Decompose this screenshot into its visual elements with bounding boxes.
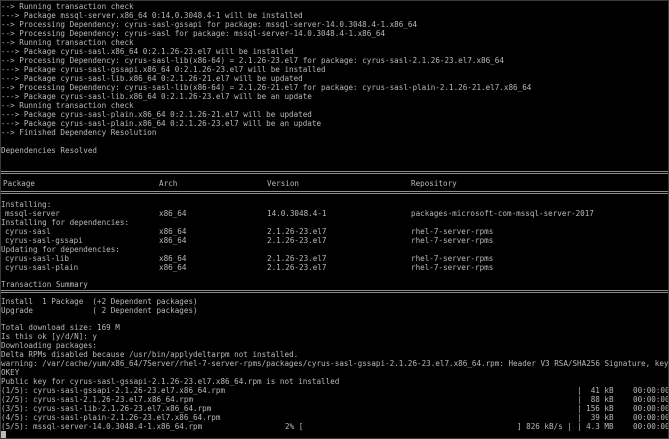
download-time: 00:00:00 (633, 395, 669, 404)
output-line: ---> Package cyrus-sasl-lib.x86_64 0:2.1… (1, 92, 312, 101)
output-line: --> Running transaction check (1, 101, 134, 110)
output-line: Total download size: 169 M (1, 323, 120, 332)
table-cell-package: mssql-server (5, 209, 60, 218)
table-cell-version: 2.1.26-23.el7 (267, 236, 327, 245)
output-line: ---> Package cyrus-sasl-plain.x86_64 0:2… (1, 119, 322, 128)
output-line: --> Processing Dependency: cyrus-sasl-gs… (1, 20, 418, 29)
table-cell-arch: x86_64 (159, 263, 187, 272)
download-size: | 156 kB (577, 404, 614, 413)
download-size: | 88 kB (577, 395, 614, 404)
output-line: ---> Package cyrus-sasl-lib.x86_64 0:2.1… (1, 74, 303, 83)
table-cell-version: 2.1.26-23.el7 (267, 263, 327, 272)
terminal-window[interactable]: --> Running transaction check ---> Packa… (0, 0, 669, 439)
download-time: 00:00:00 (633, 386, 669, 395)
column-header-arch: Arch (159, 179, 178, 188)
download-time: 00:00:00 (633, 422, 669, 431)
table-cell-arch: x86_64 (159, 254, 187, 263)
table-cell-repository: packages-microsoft-com-mssql-server-2017 (411, 209, 594, 218)
column-header-package: Package (3, 179, 36, 188)
download-name: (1/5): cyrus-sasl-gssapi-2.1.26-23.el7.x… (1, 386, 226, 395)
table-cell-package: cyrus-sasl (5, 227, 51, 236)
output-line: Downloading packages: (1, 341, 98, 350)
output-line: OKEY (1, 368, 20, 377)
progress-percent: 2% [ (285, 422, 304, 431)
output-line: --> Finished Dependency Resolution (1, 128, 157, 137)
output-line: ---> Package cyrus-sasl-plain.x86_64 0:2… (1, 110, 312, 119)
download-name: (2/5): cyrus-sasl-2.1.26-23.el7.x86_64.r… (1, 395, 194, 404)
download-size: | 4.3 MB (577, 422, 614, 431)
output-line: --> Processing Dependency: cyrus-sasl fo… (1, 29, 386, 38)
output-line: --> Processing Dependency: cyrus-sasl-li… (1, 83, 532, 92)
table-cell-repository: rhel-7-server-rpms (411, 254, 494, 263)
table-cell-arch: x86_64 (159, 209, 187, 218)
table-section-label: Updating for dependencies: (1, 245, 120, 254)
output-line: ---> Package mssql-server.x86_64 0:14.0.… (1, 11, 303, 20)
table-cell-version: 2.1.26-23.el7 (267, 227, 327, 236)
summary-line: Upgrade ( 2 Dependent packages) (1, 306, 198, 315)
table-cell-package: cyrus-sasl-gssapi (5, 236, 83, 245)
table-cell-version: 2.1.26-23.el7 (267, 254, 327, 263)
table-cell-package: cyrus-sasl-plain (5, 263, 79, 272)
output-line: Public key for cyrus-sasl-gssapi-2.1.26-… (1, 377, 340, 386)
output-line: --> Running transaction check (1, 38, 134, 47)
table-cell-repository: rhel-7-server-rpms (411, 236, 494, 245)
summary-title: Transaction Summary (1, 280, 88, 289)
output-line: --> Processing Dependency: cyrus-sasl-li… (1, 56, 504, 65)
column-header-repository: Repository (411, 179, 457, 188)
download-name: (4/5): cyrus-sasl-plain-2.1.26-23.el7.x8… (1, 413, 221, 422)
output-line: Dependencies Resolved (1, 146, 98, 155)
table-cell-repository: rhel-7-server-rpms (411, 263, 494, 272)
table-cell-version: 14.0.3048.4-1 (267, 209, 327, 218)
output-line: ---> Package cyrus-sasl.x86_64 0:2.1.26-… (1, 47, 294, 56)
table-cell-arch: x86_64 (159, 236, 187, 245)
download-size: | 39 kB (577, 413, 614, 422)
output-line: ---> Package cyrus-sasl-gssapi.x86_64 0:… (1, 65, 326, 74)
output-line: warning: /var/cache/yum/x86_64/7Server/r… (1, 359, 669, 368)
summary-line: Install 1 Package (+2 Dependent packages… (1, 297, 198, 306)
download-time: 00:00:00 (633, 404, 669, 413)
output-line: Is this ok [y/d/N]: y (1, 332, 98, 341)
column-header-version: Version (267, 179, 300, 188)
output-line: --> Running transaction check (1, 2, 134, 11)
table-rule (1, 191, 668, 194)
table-cell-package: cyrus-sasl-lib (5, 254, 70, 263)
table-section-label: Installing: (1, 200, 52, 209)
table-rule (1, 171, 668, 174)
table-section-label: Installing for dependencies: (1, 218, 130, 227)
download-time: 00:00:00 (633, 413, 669, 422)
output-line: Delta RPMs disabled because /usr/bin/app… (1, 350, 299, 359)
table-rule (1, 290, 668, 293)
table-cell-arch: x86_64 (159, 227, 187, 236)
download-name: (3/5): cyrus-sasl-lib-2.1.26-23.el7.x86_… (1, 404, 212, 413)
download-name: (5/5): mssql-server-14.0.3048.4-1.x86_64… (1, 422, 203, 431)
progress-speed: ] 826 kB/s | (517, 422, 572, 431)
terminal-cursor (1, 431, 6, 438)
download-size: | 41 kB (577, 386, 614, 395)
table-cell-repository: rhel-7-server-rpms (411, 227, 494, 236)
